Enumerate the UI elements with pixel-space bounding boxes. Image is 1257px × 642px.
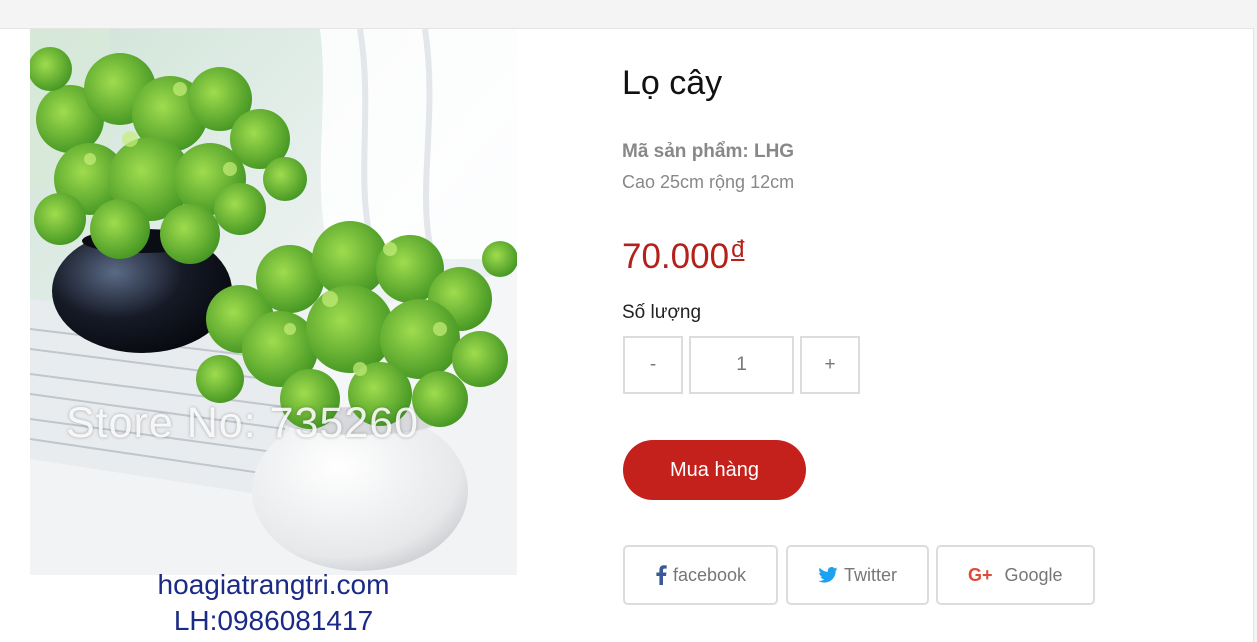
- twitter-bird-icon: [818, 567, 838, 583]
- price-currency: đ: [731, 236, 745, 263]
- product-image[interactable]: Store No: 735260: [30, 29, 517, 575]
- image-phone-caption: LH:0986081417: [173, 605, 374, 636]
- share-twitter-button[interactable]: Twitter: [786, 545, 929, 605]
- share-google-button[interactable]: G+ Google: [936, 545, 1095, 605]
- google-plus-icon: G+: [968, 567, 998, 583]
- buy-button[interactable]: Mua hàng: [623, 440, 806, 500]
- share-facebook-button[interactable]: facebook: [623, 545, 778, 605]
- price-value: 70.000: [622, 237, 730, 276]
- product-title: Lọ cây: [622, 64, 723, 102]
- product-sku: Mã sản phẩm: LHG: [622, 141, 795, 162]
- share-facebook-label: facebook: [672, 564, 747, 585]
- product-size: Cao 25cm rộng 12cm: [622, 172, 795, 192]
- quantity-input[interactable]: [689, 336, 794, 394]
- svg-text:G+: G+: [968, 567, 993, 583]
- quantity-decrease-button[interactable]: -: [623, 336, 683, 394]
- product-card: Store No: 735260 hoagiatrangtri.com LH:0…: [0, 28, 1254, 642]
- image-watermark: Store No: 735260: [66, 399, 420, 447]
- quantity-label: Số lượng: [622, 302, 702, 323]
- quantity-increase-button[interactable]: +: [800, 336, 860, 394]
- facebook-icon: [655, 565, 667, 585]
- share-twitter-label: Twitter: [843, 564, 897, 585]
- share-google-label: Google: [1004, 564, 1063, 585]
- image-site-caption: hoagiatrangtri.com: [157, 569, 390, 600]
- product-price: 70.000đ: [622, 236, 744, 277]
